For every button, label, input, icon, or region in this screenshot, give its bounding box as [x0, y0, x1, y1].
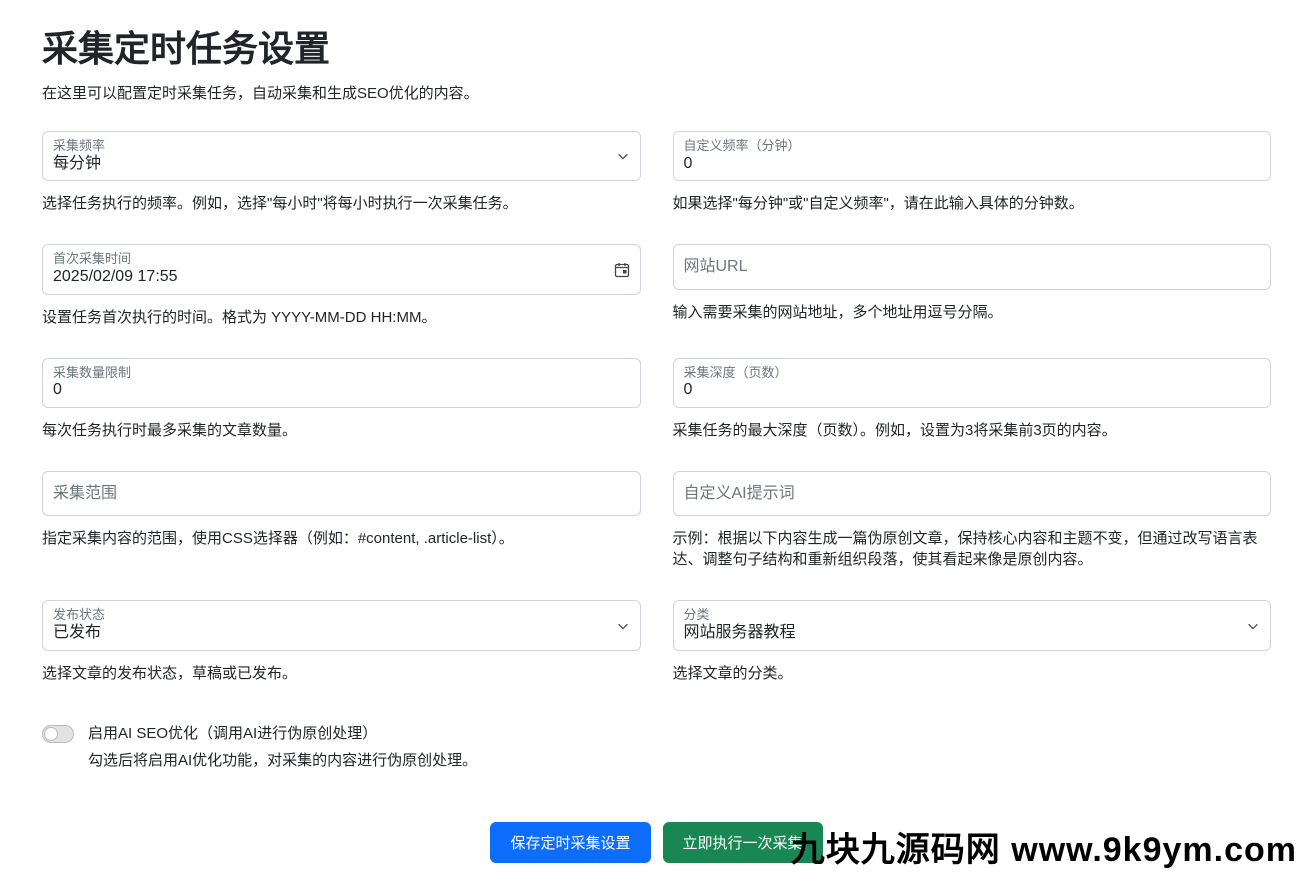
category-help: 选择文章的分类。	[673, 663, 1272, 684]
scope-placeholder: 采集范围	[53, 484, 630, 503]
category-select[interactable]: 分类 网站服务器教程	[673, 600, 1272, 650]
ai-prompt-help: 示例：根据以下内容生成一篇伪原创文章，保持核心内容和主题不变，但通过改写语言表达…	[673, 528, 1272, 570]
frequency-select[interactable]: 采集频率 每分钟	[42, 131, 641, 181]
depth-value: 0	[684, 380, 1261, 401]
limit-help: 每次任务执行时最多采集的文章数量。	[42, 420, 641, 441]
scope-input[interactable]: 采集范围	[42, 471, 641, 516]
watermark: 九块九源码网 www.9k9ym.com	[791, 822, 1297, 871]
ai-seo-label: 启用AI SEO优化（调用AI进行伪原创处理）	[88, 722, 641, 743]
website-url-group: 网站URL 输入需要采集的网站地址，多个地址用逗号分隔。	[673, 244, 1272, 347]
form-grid: 采集频率 每分钟 选择任务执行的频率。例如，选择"每小时"将每小时执行一次采集任…	[42, 131, 1271, 780]
ai-seo-toggle[interactable]	[42, 725, 74, 743]
ai-seo-desc: 勾选后将启用AI优化功能，对采集的内容进行伪原创处理。	[88, 749, 641, 770]
first-time-input[interactable]: 首次采集时间 2025/02/09 17:55	[42, 244, 641, 294]
custom-frequency-input[interactable]: 自定义频率（分钟） 0	[673, 131, 1272, 181]
category-value: 网站服务器教程	[684, 623, 1247, 644]
publish-status-help: 选择文章的发布状态，草稿或已发布。	[42, 663, 641, 684]
frequency-label: 采集频率	[53, 138, 616, 154]
custom-frequency-label: 自定义频率（分钟）	[684, 138, 1261, 154]
category-group: 分类 网站服务器教程 选择文章的分类。	[673, 600, 1272, 703]
category-label: 分类	[684, 607, 1247, 623]
page-title: 采集定时任务设置	[42, 20, 1271, 72]
website-url-help: 输入需要采集的网站地址，多个地址用逗号分隔。	[673, 302, 1272, 323]
frequency-help: 选择任务执行的频率。例如，选择"每小时"将每小时执行一次采集任务。	[42, 193, 641, 214]
depth-label: 采集深度（页数）	[684, 365, 1261, 381]
frequency-value: 每分钟	[53, 154, 616, 175]
depth-help: 采集任务的最大深度（页数）。例如，设置为3将采集前3页的内容。	[673, 420, 1272, 441]
ai-seo-group: 启用AI SEO优化（调用AI进行伪原创处理） 勾选后将启用AI优化功能，对采集…	[42, 722, 641, 770]
website-url-placeholder: 网站URL	[684, 257, 1261, 276]
depth-input[interactable]: 采集深度（页数） 0	[673, 358, 1272, 408]
custom-frequency-help: 如果选择"每分钟"或"自定义频率"，请在此输入具体的分钟数。	[673, 193, 1272, 214]
first-time-help: 设置任务首次执行的时间。格式为 YYYY-MM-DD HH:MM。	[42, 307, 641, 328]
calendar-icon	[614, 262, 630, 278]
custom-frequency-group: 自定义频率（分钟） 0 如果选择"每分钟"或"自定义频率"，请在此输入具体的分钟…	[673, 131, 1272, 234]
publish-status-select[interactable]: 发布状态 已发布	[42, 600, 641, 650]
publish-status-label: 发布状态	[53, 607, 616, 623]
toggle-knob	[44, 727, 58, 741]
website-url-input[interactable]: 网站URL	[673, 244, 1272, 289]
page-subtitle: 在这里可以配置定时采集任务，自动采集和生成SEO优化的内容。	[42, 82, 1271, 103]
ai-prompt-input[interactable]: 自定义AI提示词	[673, 471, 1272, 516]
chevron-down-icon	[616, 619, 630, 633]
limit-label: 采集数量限制	[53, 365, 630, 381]
first-time-label: 首次采集时间	[53, 251, 614, 267]
save-button[interactable]: 保存定时采集设置	[490, 822, 650, 863]
ai-prompt-group: 自定义AI提示词 示例：根据以下内容生成一篇伪原创文章，保持核心内容和主题不变，…	[673, 471, 1272, 590]
first-time-value: 2025/02/09 17:55	[53, 267, 614, 288]
frequency-group: 采集频率 每分钟 选择任务执行的频率。例如，选择"每小时"将每小时执行一次采集任…	[42, 131, 641, 234]
publish-status-value: 已发布	[53, 623, 616, 644]
chevron-down-icon	[1246, 619, 1260, 633]
custom-frequency-value: 0	[684, 154, 1261, 175]
ai-prompt-placeholder: 自定义AI提示词	[684, 484, 1261, 503]
publish-status-group: 发布状态 已发布 选择文章的发布状态，草稿或已发布。	[42, 600, 641, 703]
scope-group: 采集范围 指定采集内容的范围，使用CSS选择器（例如：#content, .ar…	[42, 471, 641, 590]
limit-input[interactable]: 采集数量限制 0	[42, 358, 641, 408]
depth-group: 采集深度（页数） 0 采集任务的最大深度（页数）。例如，设置为3将采集前3页的内…	[673, 358, 1272, 461]
scope-help: 指定采集内容的范围，使用CSS选择器（例如：#content, .article…	[42, 528, 641, 549]
first-time-group: 首次采集时间 2025/02/09 17:55 设置任务首次执行的时间。格式为 …	[42, 244, 641, 347]
chevron-down-icon	[616, 149, 630, 163]
limit-group: 采集数量限制 0 每次任务执行时最多采集的文章数量。	[42, 358, 641, 461]
limit-value: 0	[53, 380, 630, 401]
